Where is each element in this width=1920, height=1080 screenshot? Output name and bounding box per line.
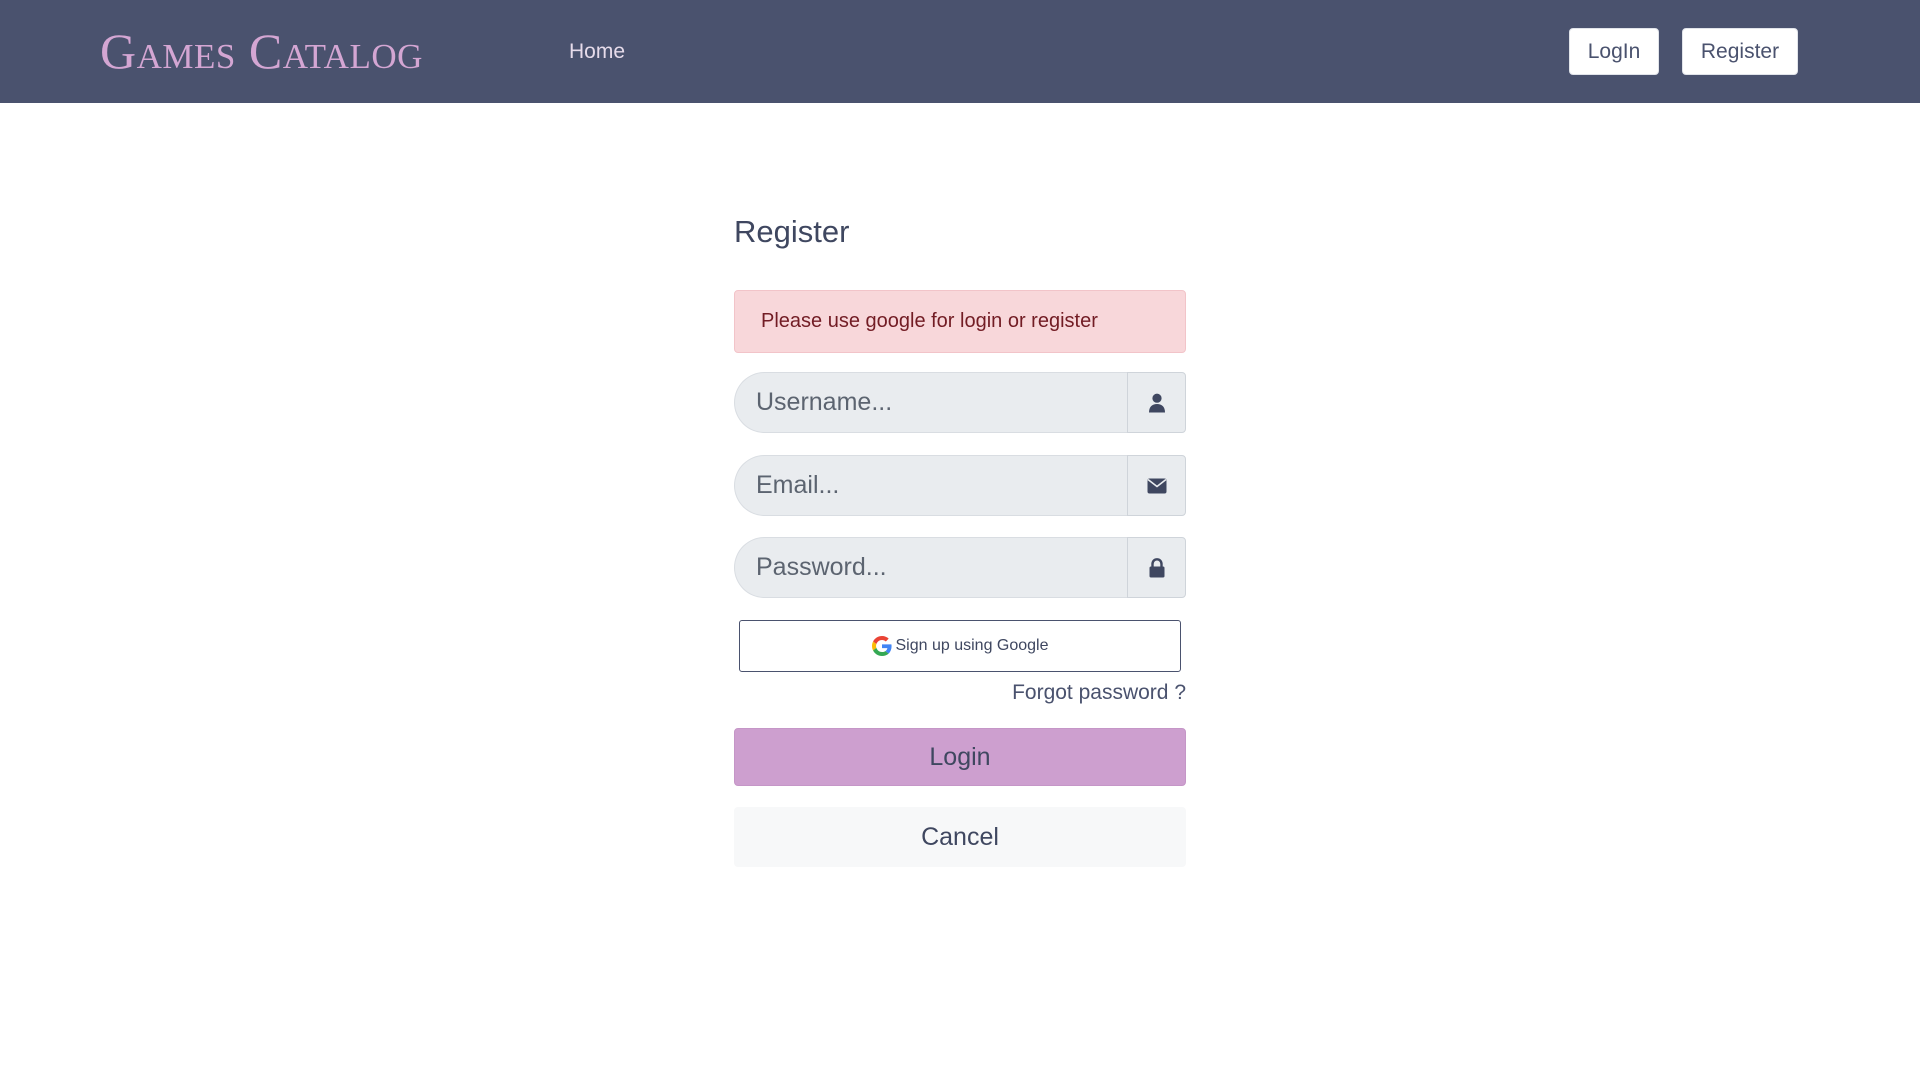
username-addon	[1127, 372, 1186, 433]
envelope-icon	[1147, 478, 1166, 493]
nav-register-button[interactable]: Register	[1682, 28, 1798, 75]
lock-icon	[1149, 557, 1164, 577]
google-icon	[871, 636, 892, 656]
cancel-button[interactable]: Cancel	[734, 807, 1186, 867]
email-addon	[1127, 455, 1186, 516]
forgot-password-link[interactable]: Forgot password ?	[1012, 679, 1186, 707]
user-icon	[1148, 393, 1165, 412]
top-navbar: Games Catalog Home LogIn Register	[0, 0, 1920, 103]
page-title: Register	[734, 214, 850, 249]
username-input[interactable]	[734, 372, 1127, 433]
nav-home-link[interactable]: Home	[569, 38, 625, 66]
brand-logo[interactable]: Games Catalog	[100, 22, 423, 80]
email-input[interactable]	[734, 455, 1127, 516]
error-alert: Please use google for login or register	[734, 290, 1186, 353]
nav-login-button[interactable]: LogIn	[1569, 28, 1659, 75]
username-input-group	[734, 372, 1186, 433]
login-button[interactable]: Login	[734, 728, 1186, 786]
google-signup-label: Sign up using Google	[895, 637, 1049, 654]
password-addon	[1127, 537, 1186, 598]
google-signup-button[interactable]: Sign up using Google	[739, 620, 1181, 672]
password-input[interactable]	[734, 537, 1127, 598]
email-input-group	[734, 455, 1186, 516]
password-input-group	[734, 537, 1186, 598]
